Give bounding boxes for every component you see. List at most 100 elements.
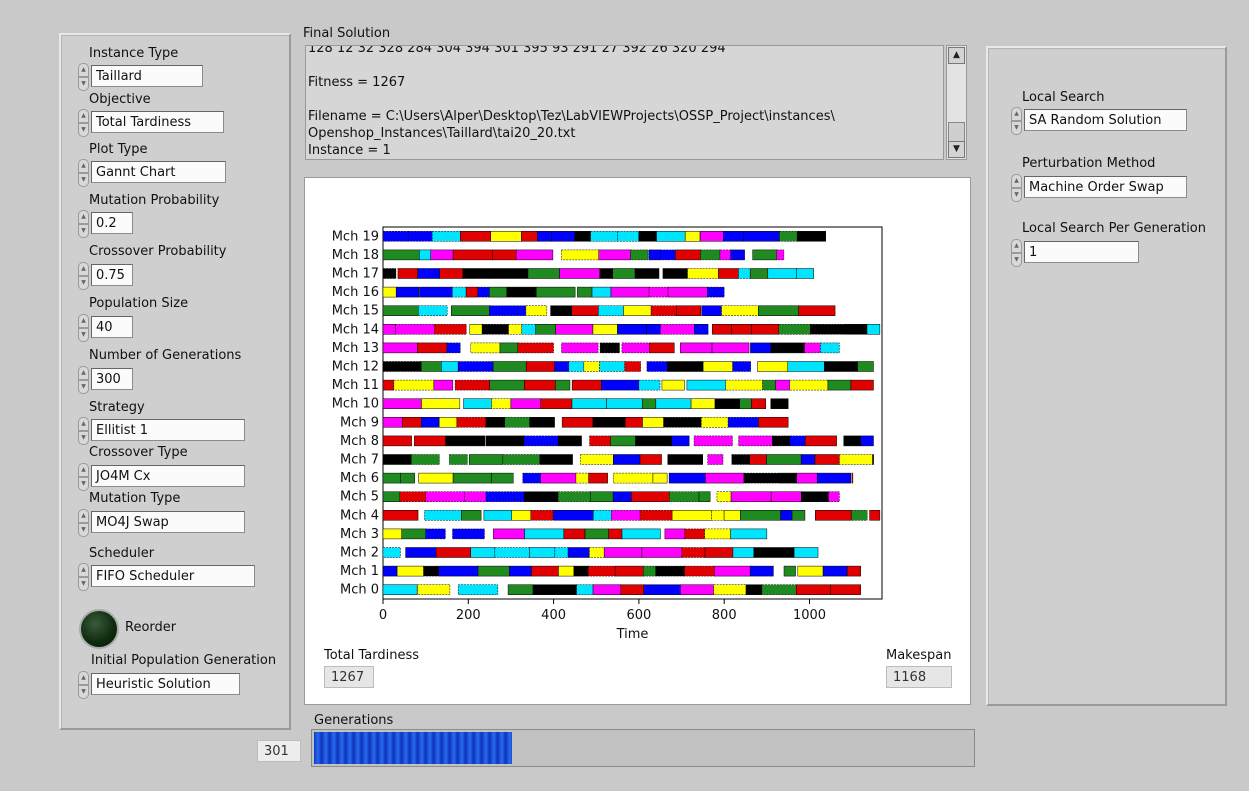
final-solution-line: [308, 57, 941, 74]
increment-icon[interactable]: ▲: [78, 262, 89, 276]
decrement-icon[interactable]: ▼: [78, 380, 89, 394]
gantt-bar: [770, 342, 805, 354]
increment-icon[interactable]: ▲: [1011, 239, 1022, 253]
final-solution-textbox[interactable]: 128 12 32 328 284 304 394 301 395 93 291…: [305, 45, 944, 160]
scheduler-field[interactable]: FIFO Scheduler: [91, 565, 255, 587]
gantt-bar: [767, 268, 797, 279]
mutation-type-ring[interactable]: ▲ ▼: [78, 509, 89, 537]
objective-field[interactable]: Total Tardiness: [91, 111, 224, 133]
gantt-bar: [800, 454, 816, 465]
increment-icon[interactable]: ▲: [78, 671, 89, 685]
mutation-type-field[interactable]: MO4J Swap: [91, 511, 245, 533]
increment-icon[interactable]: ▲: [78, 563, 89, 577]
increment-icon[interactable]: ▲: [78, 463, 89, 477]
gantt-bar: [483, 510, 512, 521]
plot-type-field[interactable]: Gannt Chart: [91, 161, 226, 183]
reorder-led-button[interactable]: [79, 609, 119, 649]
decrement-icon[interactable]: ▼: [78, 173, 89, 187]
decrement-icon[interactable]: ▼: [78, 431, 89, 445]
local-search-ring[interactable]: ▲ ▼: [1011, 107, 1022, 135]
gantt-bar: [417, 342, 448, 354]
gantt-bar: [592, 417, 626, 428]
increment-icon[interactable]: ▲: [78, 210, 89, 224]
decrement-icon[interactable]: ▼: [78, 77, 89, 91]
gantt-bar: [671, 510, 712, 521]
crossover-type-field[interactable]: JO4M Cx: [91, 465, 245, 487]
final-solution-scrollbar[interactable]: ▲ ▼: [946, 45, 967, 160]
decrement-icon[interactable]: ▼: [78, 685, 89, 699]
gantt-bar: [592, 324, 618, 335]
initial-population-ring[interactable]: ▲ ▼: [78, 671, 89, 699]
decrement-icon[interactable]: ▼: [78, 123, 89, 137]
perturbation-method-ring[interactable]: ▲ ▼: [1011, 174, 1022, 202]
population-size-ring[interactable]: ▲ ▼: [78, 314, 89, 342]
increment-icon[interactable]: ▲: [78, 159, 89, 173]
decrement-icon[interactable]: ▼: [78, 224, 89, 238]
decrement-icon[interactable]: ▼: [1011, 121, 1022, 135]
local-search-field[interactable]: SA Random Solution: [1024, 109, 1187, 131]
local-search-per-generation-ring[interactable]: ▲ ▼: [1011, 239, 1022, 267]
crossover-probability-ring[interactable]: ▲ ▼: [78, 262, 89, 290]
gantt-bar: [531, 565, 559, 577]
perturbation-method-field[interactable]: Machine Order Swap: [1024, 176, 1187, 198]
gantt-bar: [680, 342, 713, 354]
plot-type-ring[interactable]: ▲ ▼: [78, 159, 89, 187]
gantt-bar: [535, 286, 576, 298]
decrement-icon[interactable]: ▼: [1011, 188, 1022, 202]
mutation-probability-ring[interactable]: ▲ ▼: [78, 210, 89, 238]
increment-icon[interactable]: ▲: [78, 417, 89, 431]
scheduler-ring[interactable]: ▲ ▼: [78, 563, 89, 591]
gantt-bar: [820, 342, 840, 354]
gantt-bar: [749, 268, 769, 279]
gantt-bar: [589, 491, 614, 502]
instance-type-ring[interactable]: ▲ ▼: [78, 63, 89, 91]
gantt-bar: [525, 361, 555, 372]
decrement-icon[interactable]: ▼: [78, 477, 89, 491]
gantt-bar: [434, 324, 467, 335]
machine-label: Mch 0: [340, 583, 379, 598]
increment-icon[interactable]: ▲: [1011, 107, 1022, 121]
decrement-icon[interactable]: ▼: [1011, 253, 1022, 267]
crossover-type-ring[interactable]: ▲ ▼: [78, 463, 89, 491]
gantt-bar: [417, 584, 451, 595]
decrement-icon[interactable]: ▼: [78, 523, 89, 537]
gantt-bar: [419, 249, 431, 261]
instance-type-field[interactable]: Taillard: [91, 65, 203, 87]
decrement-icon[interactable]: ▼: [78, 276, 89, 290]
gantt-bar: [457, 584, 499, 595]
strategy-field[interactable]: Ellitist 1: [91, 419, 245, 441]
scroll-down-icon[interactable]: ▼: [948, 141, 965, 158]
decrement-icon[interactable]: ▼: [78, 577, 89, 591]
decrement-icon[interactable]: ▼: [78, 328, 89, 342]
gantt-bar: [830, 584, 861, 595]
increment-icon[interactable]: ▲: [78, 366, 89, 380]
gantt-bar: [624, 417, 643, 428]
gantt-bar: [530, 510, 554, 521]
scroll-thumb[interactable]: [948, 122, 965, 142]
increment-icon[interactable]: ▲: [78, 109, 89, 123]
crossover-probability-field[interactable]: 0.75: [91, 264, 133, 286]
number-of-generations-field[interactable]: 300: [91, 368, 133, 390]
gantt-bar: [598, 305, 624, 316]
gantt-bar: [793, 547, 819, 558]
local-search-per-generation-field[interactable]: 1: [1024, 241, 1139, 263]
machine-label: Mch 11: [332, 378, 379, 393]
number-of-generations-ring[interactable]: ▲ ▼: [78, 366, 89, 394]
gantt-bar: [382, 454, 412, 465]
increment-icon[interactable]: ▲: [78, 314, 89, 328]
increment-icon[interactable]: ▲: [78, 509, 89, 523]
gantt-bar: [655, 565, 685, 577]
mutation-probability-field[interactable]: 0.2: [91, 212, 133, 234]
gantt-bar: [485, 417, 506, 428]
initial-population-field[interactable]: Heuristic Solution: [91, 673, 240, 695]
gantt-bar: [866, 324, 881, 335]
objective-ring[interactable]: ▲ ▼: [78, 109, 89, 137]
gantt-bar: [667, 454, 703, 465]
increment-icon[interactable]: ▲: [78, 63, 89, 77]
increment-icon[interactable]: ▲: [1011, 174, 1022, 188]
gantt-bar: [457, 361, 494, 372]
scroll-up-icon[interactable]: ▲: [948, 47, 965, 64]
gantt-bar: [441, 361, 459, 372]
strategy-ring[interactable]: ▲ ▼: [78, 417, 89, 445]
population-size-field[interactable]: 40: [91, 316, 133, 338]
